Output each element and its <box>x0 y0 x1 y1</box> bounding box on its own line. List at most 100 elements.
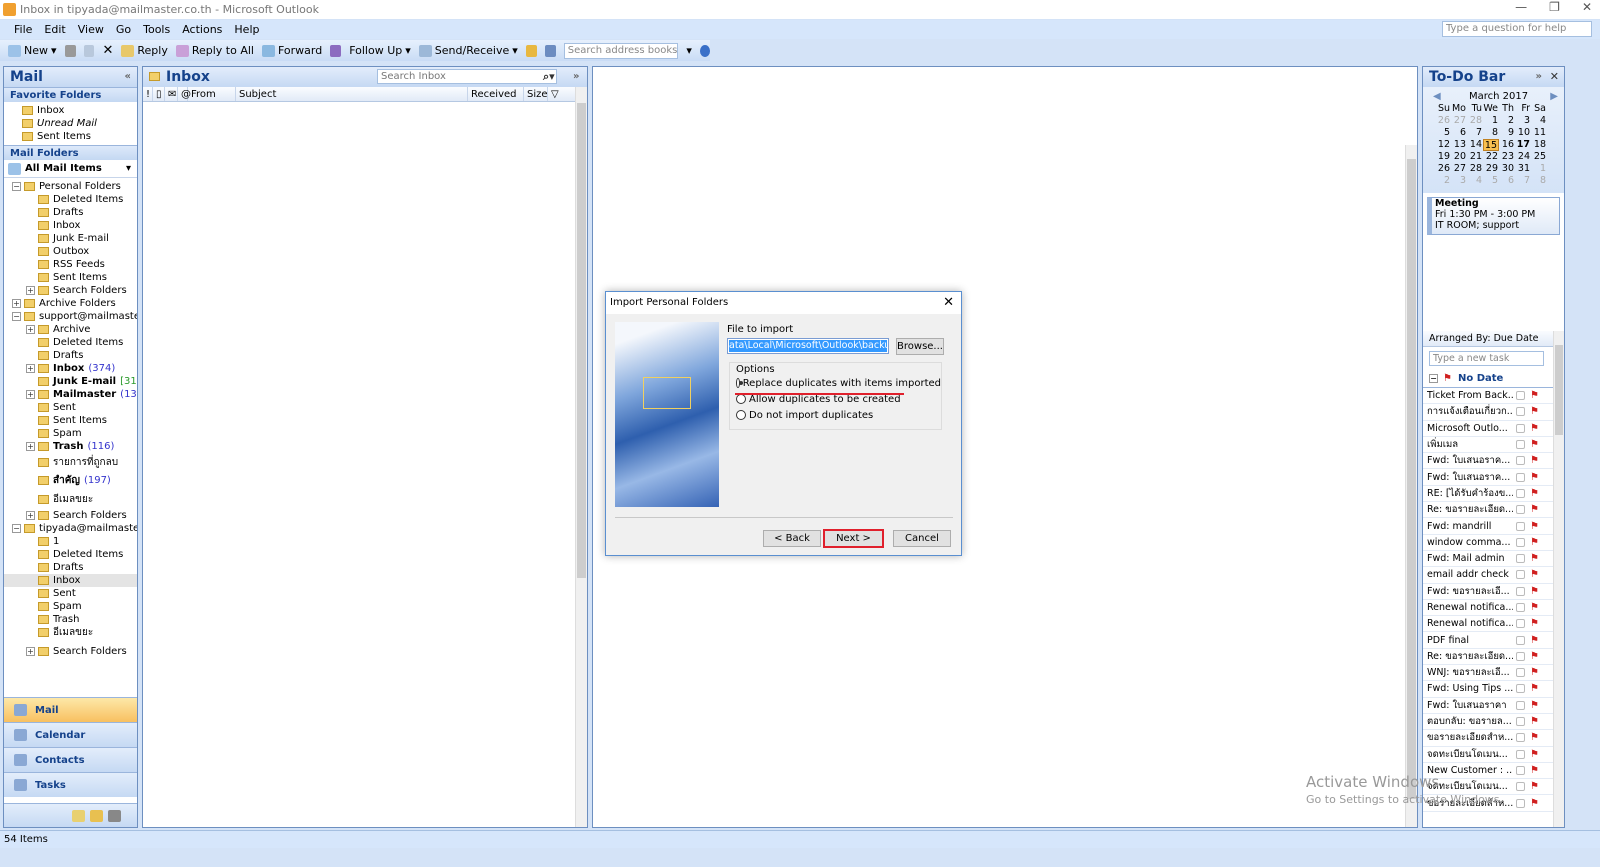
task-checkbox[interactable] <box>1516 391 1525 401</box>
folder-item[interactable]: Deleted Items <box>4 193 137 206</box>
calendar-day[interactable]: 21 <box>1467 151 1483 163</box>
flag-icon[interactable]: ⚑ <box>1530 390 1539 401</box>
browse-button[interactable]: Browse... <box>896 338 944 355</box>
file-path-input[interactable]: ata\Local\Microsoft\Outlook\backup.pst <box>727 338 889 354</box>
task-checkbox[interactable] <box>1516 684 1525 694</box>
nav-button-tasks[interactable]: Tasks <box>4 772 137 797</box>
task-item[interactable]: Fwd: Mail admin ⚑ <box>1423 551 1564 568</box>
menu-tools[interactable]: Tools <box>143 23 170 36</box>
inbox-scrollbar[interactable] <box>575 87 587 827</box>
calendar-day[interactable]: 2 <box>1499 115 1515 127</box>
task-item[interactable]: email addr check ⚑ <box>1423 567 1564 584</box>
help-search-input[interactable]: Type a question for help <box>1442 21 1592 37</box>
menu-go[interactable]: Go <box>116 23 131 36</box>
calendar-day[interactable]: 11 <box>1531 127 1547 139</box>
new-task-input[interactable]: Type a new task <box>1429 351 1544 366</box>
flag-icon[interactable]: ⚑ <box>1530 553 1539 564</box>
calendar-day[interactable]: 17 <box>1515 139 1531 151</box>
task-checkbox[interactable] <box>1516 782 1525 792</box>
calendar-day[interactable]: 10 <box>1515 127 1531 139</box>
task-item[interactable]: ขอรายละเอียดสำห... ⚑ <box>1423 730 1564 747</box>
flag-icon[interactable]: ⚑ <box>1530 472 1539 483</box>
address-search-input[interactable]: Search address books <box>563 42 679 59</box>
collapse-icon[interactable]: − <box>12 523 21 533</box>
calendar-day[interactable]: 27 <box>1451 163 1467 175</box>
task-checkbox[interactable] <box>1516 603 1525 612</box>
calendar-day[interactable]: 23 <box>1499 151 1515 163</box>
task-checkbox[interactable] <box>1516 635 1525 645</box>
calendar-day[interactable]: 2 <box>1435 175 1451 187</box>
flag-icon[interactable]: ⚑ <box>1530 667 1539 678</box>
folder-list-icon[interactable] <box>90 810 103 822</box>
task-item[interactable]: Re: ขอรายละเอียด... ⚑ <box>1423 502 1564 519</box>
flag-icon[interactable]: ⚑ <box>1530 439 1539 450</box>
calendar-day[interactable]: 16 <box>1499 139 1515 151</box>
expand-icon[interactable]: + <box>26 390 35 399</box>
close-todo-icon[interactable]: ✕ <box>1550 67 1559 87</box>
folder-item[interactable]: + Trash (116) <box>4 440 137 453</box>
calendar-day[interactable]: 26 <box>1435 163 1451 175</box>
task-item[interactable]: PDF final ⚑ <box>1423 632 1564 649</box>
collapse-nav-icon[interactable]: « <box>125 67 131 87</box>
folder-item[interactable]: Drafts <box>4 561 137 574</box>
flag-icon[interactable]: ⚑ <box>1530 602 1539 613</box>
task-item[interactable]: Re: ขอรายละเอียด... ⚑ <box>1423 649 1564 666</box>
calendar-day[interactable]: 8 <box>1531 175 1547 187</box>
folder-item[interactable]: RSS Feeds <box>4 258 137 271</box>
back-button[interactable]: < Back <box>763 530 821 547</box>
forward-button[interactable]: Forward <box>261 44 322 57</box>
folder-item[interactable]: − tipyada@mailmaster.co. <box>4 522 137 535</box>
calendar-day[interactable]: 25 <box>1531 151 1547 163</box>
notes-icon[interactable] <box>72 810 85 822</box>
next-month-button[interactable]: ▶ <box>1550 91 1558 102</box>
task-checkbox[interactable] <box>1516 651 1525 661</box>
favorite-folder-item[interactable]: Sent Items <box>22 130 137 143</box>
task-checkbox[interactable] <box>1516 488 1525 498</box>
calendar-day[interactable]: 22 <box>1483 151 1499 163</box>
option-radio[interactable]: Do not import duplicates <box>736 407 941 423</box>
task-checkbox[interactable] <box>1516 717 1525 727</box>
expand-icon[interactable]: + <box>26 286 35 295</box>
flag-icon[interactable]: ⚑ <box>1530 521 1539 532</box>
calendar-day[interactable]: 13 <box>1451 139 1467 151</box>
minimize-button[interactable]: — <box>1515 0 1527 14</box>
folder-item[interactable]: อีเมลขยะ <box>4 490 137 509</box>
importance-column[interactable]: ! <box>143 87 153 101</box>
folder-item[interactable]: + Archive Folders <box>4 297 137 310</box>
close-window-button[interactable]: ✕ <box>1582 0 1592 14</box>
folder-item[interactable]: Sent <box>4 587 137 600</box>
task-checkbox[interactable] <box>1516 407 1525 417</box>
all-mail-items-dropdown[interactable]: All Mail Items ▾ <box>4 160 137 178</box>
task-item[interactable]: Fwd: ใบเสนอราคา ⚑ <box>1423 698 1564 714</box>
calendar-day[interactable]: 15 <box>1483 139 1499 151</box>
task-item[interactable]: เพิ่มเมล ⚑ <box>1423 437 1564 454</box>
menu-file[interactable]: File <box>14 23 32 36</box>
flag-icon[interactable]: ⚑ <box>1530 798 1539 809</box>
radio-button[interactable] <box>736 378 743 388</box>
task-checkbox[interactable] <box>1516 619 1525 629</box>
task-checkbox[interactable] <box>1516 798 1525 808</box>
flag-icon[interactable]: ⚑ <box>1530 732 1539 743</box>
calendar-day[interactable]: 1 <box>1483 115 1499 127</box>
delete-icon[interactable]: ✕ <box>102 43 113 58</box>
calendar-day[interactable]: 31 <box>1515 163 1531 175</box>
task-checkbox[interactable] <box>1516 440 1525 450</box>
flag-icon[interactable]: ⚑ <box>1530 781 1539 792</box>
flag-icon[interactable]: ⚑ <box>1530 423 1539 434</box>
search-icon[interactable]: ⌕▾ <box>543 67 555 87</box>
folder-item[interactable]: Trash <box>4 613 137 626</box>
folder-item[interactable]: รายการที่ถูกลบ <box>4 453 137 472</box>
task-item[interactable]: Fwd: Using Tips ... ⚑ <box>1423 681 1564 698</box>
folder-item[interactable]: Spam <box>4 600 137 613</box>
reading-scrollbar[interactable] <box>1405 145 1417 827</box>
prev-month-button[interactable]: ◀ <box>1433 91 1441 102</box>
calendar-day[interactable]: 26 <box>1435 115 1451 127</box>
from-column[interactable]: From <box>188 87 236 101</box>
filter-icon[interactable]: ▽ <box>548 87 566 101</box>
flag-icon[interactable]: ⚑ <box>1530 406 1539 417</box>
calendar-day[interactable]: 19 <box>1435 151 1451 163</box>
collapse-icon[interactable]: − <box>12 312 21 321</box>
flag-icon[interactable]: ⚑ <box>1530 716 1539 727</box>
task-checkbox[interactable] <box>1516 456 1525 466</box>
expand-icon[interactable]: + <box>26 364 35 373</box>
